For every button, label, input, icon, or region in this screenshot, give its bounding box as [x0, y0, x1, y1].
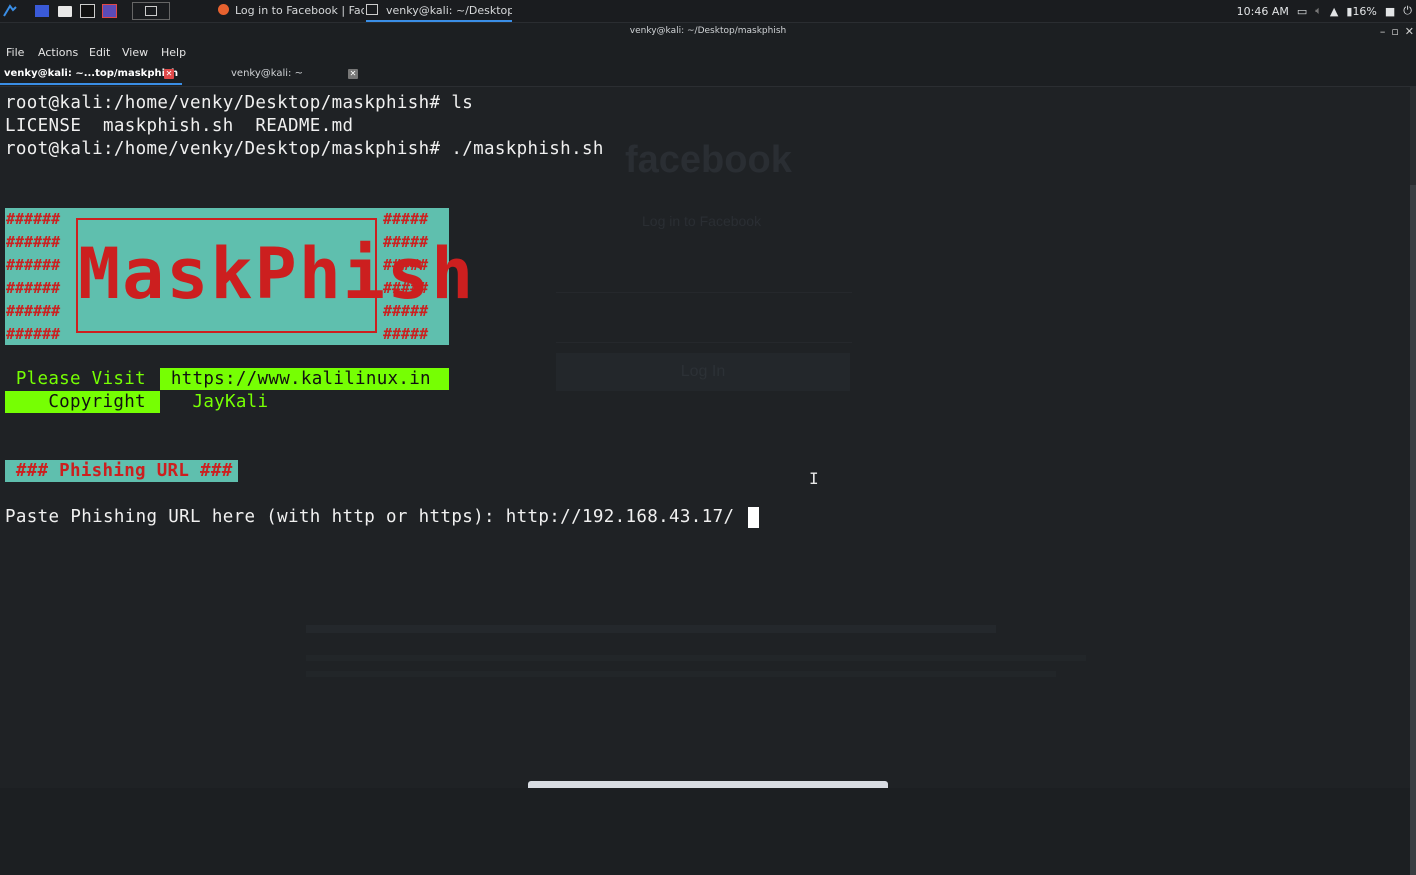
menu-help[interactable]: Help	[161, 46, 186, 59]
ghost-password-field	[556, 302, 852, 343]
ghost-login-button: Log In	[556, 353, 850, 391]
banner-hash-right: ##### ##### ##### ##### ##### #####	[383, 210, 429, 343]
close-icon[interactable]: ✕	[1405, 25, 1414, 38]
volume-icon[interactable]: 🔈︎	[1315, 4, 1322, 18]
copyright-value: JayKali	[160, 391, 280, 413]
terminal-line-output: LICENSE maskphish.sh README.md	[5, 116, 354, 136]
show-desktop-icon[interactable]	[132, 2, 170, 20]
battery-icon[interactable]: ▮16%	[1346, 5, 1377, 18]
task-firefox[interactable]: Log in to Facebook | Fac...	[218, 0, 364, 22]
notification-bell-icon[interactable]: ▲	[1330, 5, 1338, 18]
tab-home[interactable]: venky@kali: ~ ✕	[182, 64, 362, 85]
file-manager-icon[interactable]	[56, 2, 74, 20]
visit-label: Please Visit	[5, 368, 160, 390]
terminal-line-ls: root@kali:/home/venky/Desktop/maskphish#…	[5, 93, 474, 113]
visit-url: https://www.kalilinux.in	[160, 368, 449, 390]
task-terminal[interactable]: venky@kali: ~/Desktop/...	[366, 0, 512, 22]
text-cursor	[748, 507, 759, 528]
ghost-footer-line	[306, 625, 996, 633]
tab-close-icon[interactable]: ✕	[348, 69, 358, 79]
maximize-icon[interactable]: ▫	[1391, 25, 1398, 38]
terminal-scrollbar[interactable]	[1410, 87, 1416, 875]
tab-close-icon[interactable]: ✕	[164, 69, 174, 79]
terminal-launcher-icon[interactable]	[78, 2, 96, 20]
ghost-login-heading: Log in to Facebook	[642, 213, 762, 229]
banner-hash-left: ###### ###### ###### ###### ###### #####…	[6, 210, 61, 343]
phishing-url-prompt: Paste Phishing URL here (with http or ht…	[5, 507, 735, 527]
system-tray: 10:46 AM ▭ 🔈︎ ▲ ▮16% ■ ⏻	[1237, 0, 1412, 22]
lock-icon[interactable]: ■	[1385, 5, 1395, 18]
scrollbar-thumb[interactable]	[1410, 185, 1416, 875]
workspace-icon[interactable]	[33, 2, 51, 20]
battery-level: 16%	[1352, 4, 1377, 18]
bottom-popup-edge	[528, 781, 888, 788]
task-terminal-label: venky@kali: ~/Desktop/...	[386, 4, 512, 17]
menu-view[interactable]: View	[122, 46, 148, 59]
tab-home-label: venky@kali: ~	[231, 68, 303, 79]
top-panel: Log in to Facebook | Fac... venky@kali: …	[0, 0, 1416, 23]
menu-actions[interactable]: Actions	[38, 46, 78, 59]
terminal-icon	[366, 4, 378, 15]
display-icon[interactable]: ▭	[1297, 5, 1307, 18]
ghost-facebook-logo: facebook	[625, 139, 792, 181]
ghost-footer-line	[306, 655, 1086, 661]
copyright-label: Copyright	[5, 391, 160, 413]
ibeam-mouse-cursor-icon: I	[809, 469, 819, 488]
banner-title: MaskPhish	[78, 233, 476, 315]
terminal-line-run: root@kali:/home/venky/Desktop/maskphish#…	[5, 139, 604, 159]
window-title: venky@kali: ~/Desktop/maskphish	[629, 26, 787, 36]
kali-menu-icon[interactable]	[1, 2, 19, 20]
tab-bar: venky@kali: ~...top/maskphish ✕ venky@ka…	[0, 64, 1416, 87]
firefox-icon	[218, 4, 229, 15]
power-icon[interactable]: ⏻	[1403, 4, 1412, 18]
tab-maskphish[interactable]: venky@kali: ~...top/maskphish ✕	[0, 64, 182, 85]
window-titlebar: venky@kali: ~/Desktop/maskphish – ▫ ✕	[0, 23, 1416, 42]
phishing-url-header: ### Phishing URL ###	[5, 460, 238, 482]
tab-maskphish-label: venky@kali: ~...top/maskphish	[4, 68, 179, 79]
app-launcher-icon[interactable]	[100, 2, 118, 20]
task-firefox-label: Log in to Facebook | Fac...	[235, 4, 364, 17]
clock[interactable]: 10:46 AM	[1237, 5, 1289, 18]
ghost-login-button-label: Log In	[680, 363, 726, 380]
menu-file[interactable]: File	[6, 46, 24, 59]
ghost-footer-line	[306, 671, 1056, 677]
ghost-email-field	[556, 252, 852, 293]
maskphish-banner: ###### ###### ###### ###### ###### #####…	[5, 208, 476, 345]
terminal-view[interactable]: facebook Log in to Facebook Log In root@…	[0, 87, 1410, 788]
banner-title-box: MaskPhish	[76, 218, 476, 333]
minimize-icon[interactable]: –	[1380, 25, 1386, 38]
menu-edit[interactable]: Edit	[89, 46, 110, 59]
window-controls: – ▫ ✕	[1380, 25, 1414, 38]
menubar: File Actions Edit View Help	[0, 43, 1416, 63]
